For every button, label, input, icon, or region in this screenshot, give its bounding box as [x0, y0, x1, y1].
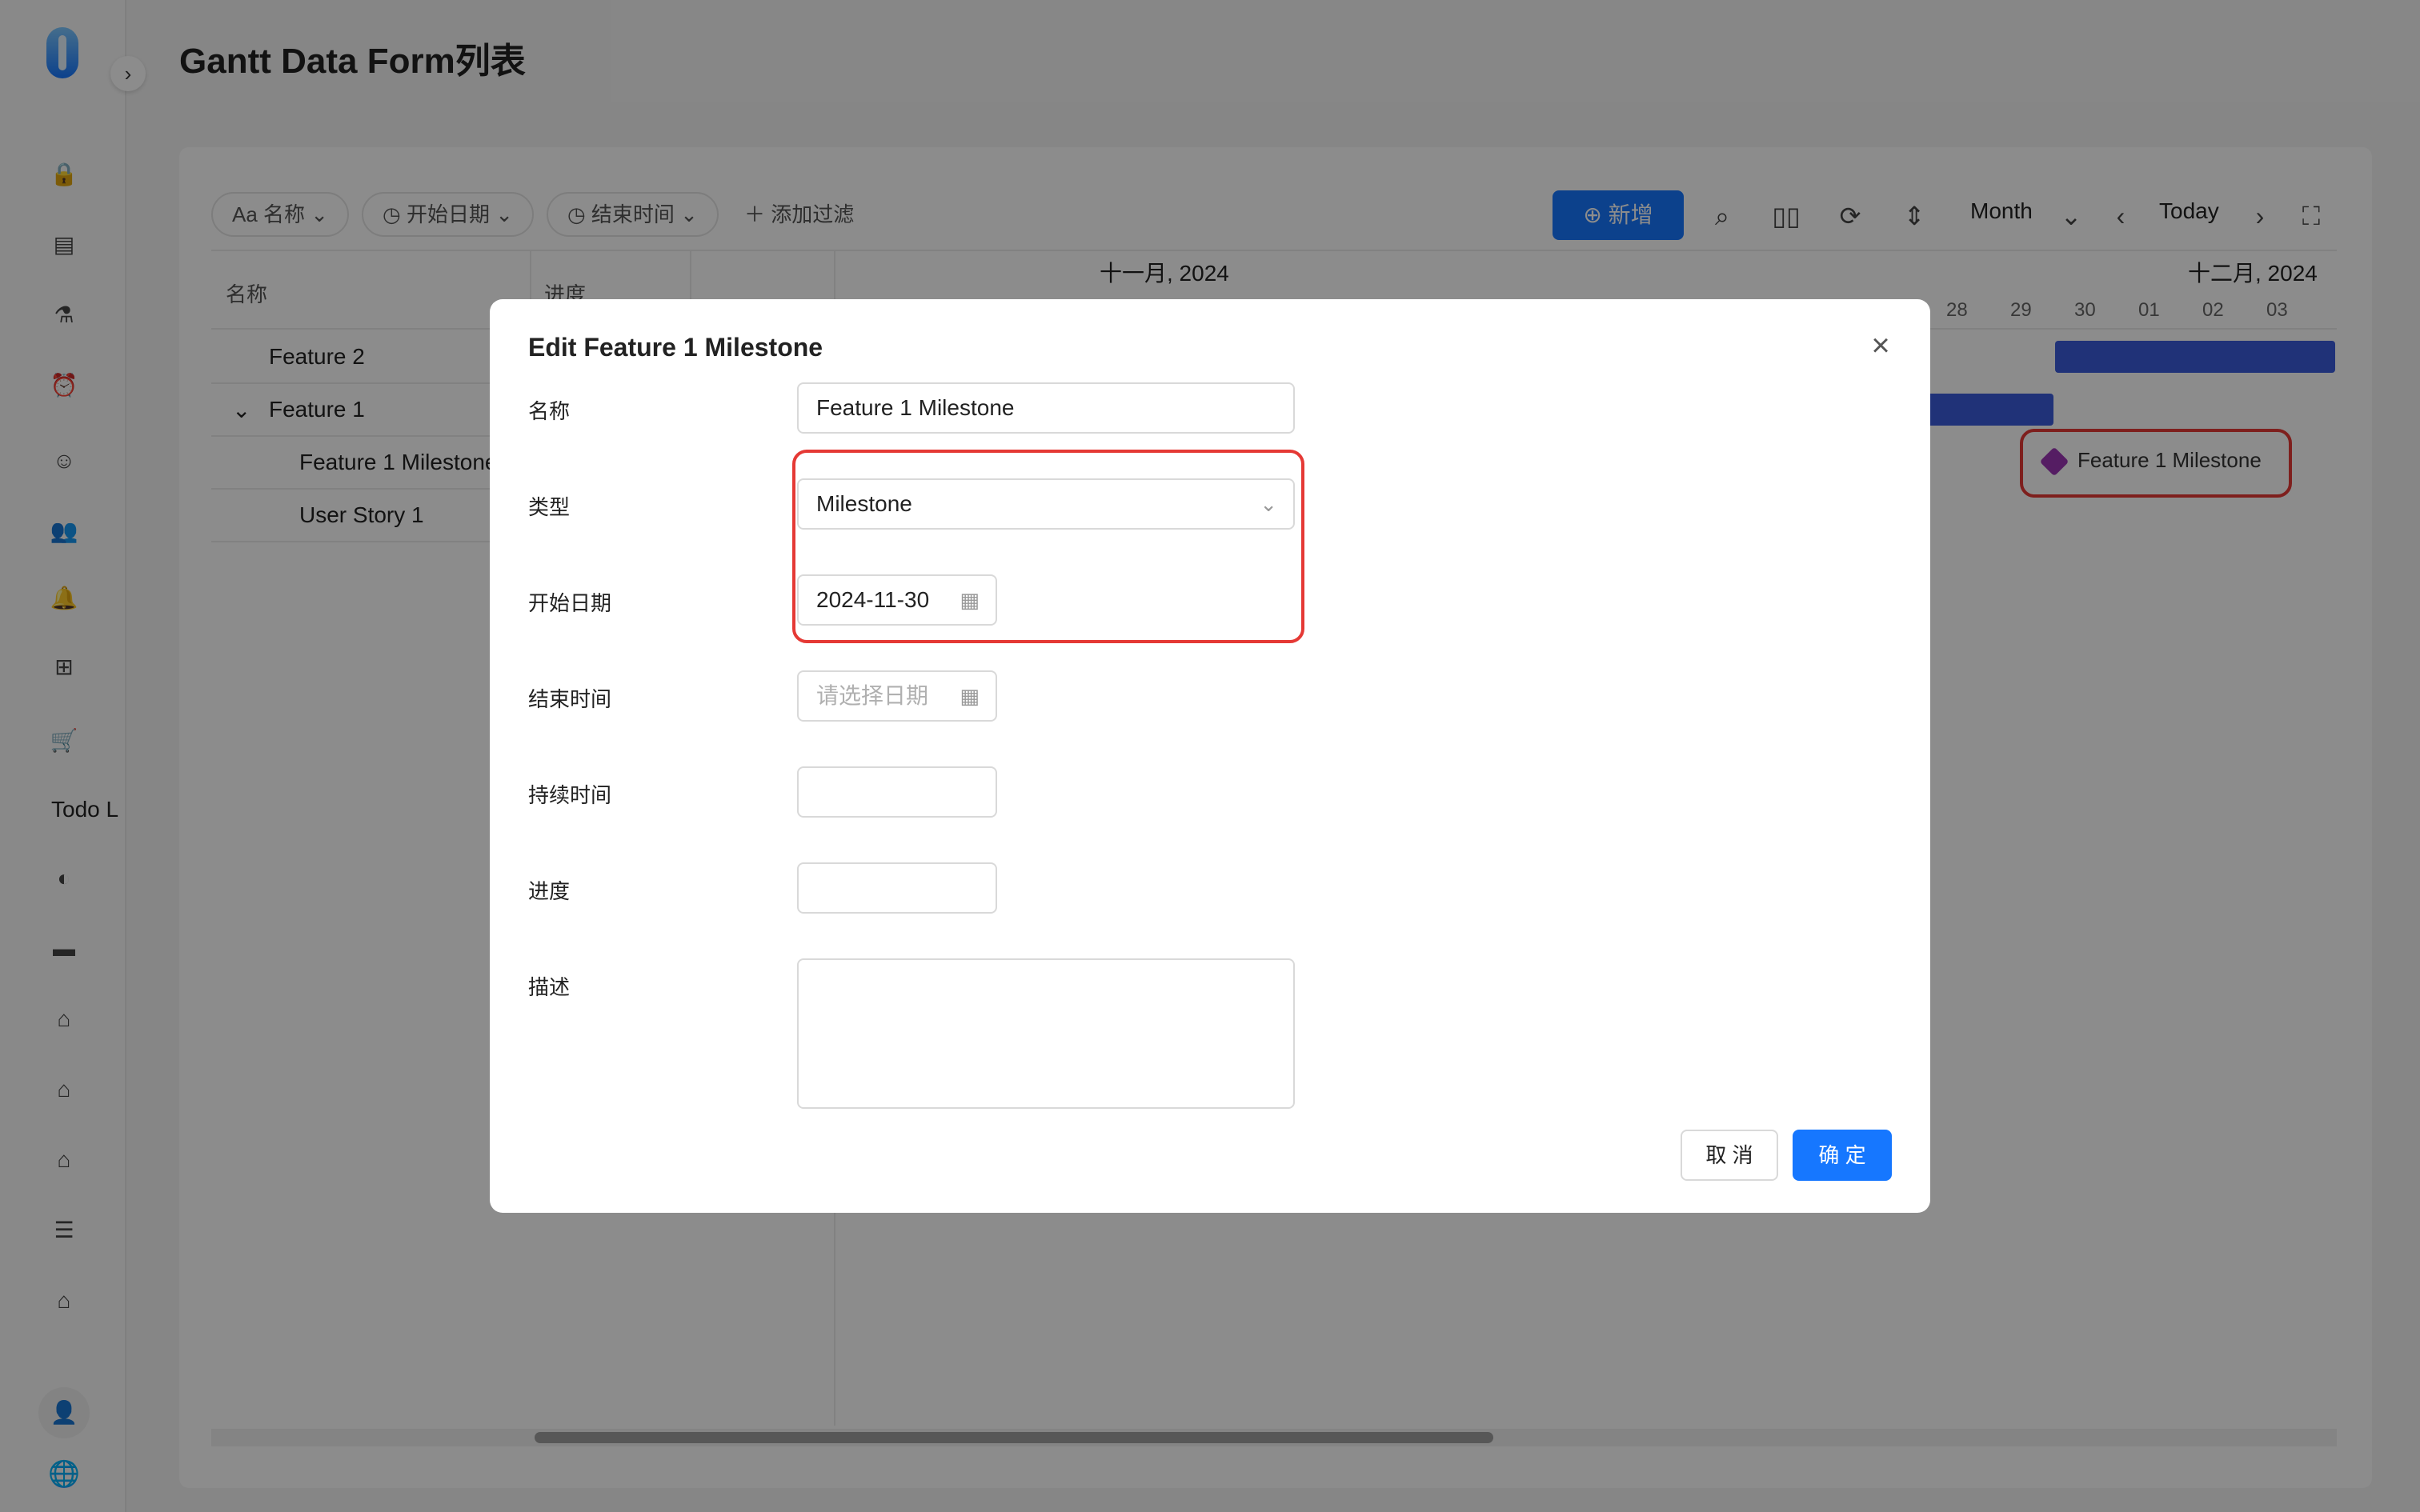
app-root: › 🔒 ▤ ⚗ ⏰ ☺ 👥 🔔 ⊞ 🛒 Todo L ◐ ▬ ⌂ ⌂ ⌂ ☰ ⌂…: [0, 0, 2420, 1512]
end-date-picker[interactable]: 请选择日期 ▦: [797, 670, 997, 722]
description-textarea[interactable]: [797, 958, 1295, 1109]
name-input[interactable]: Feature 1 Milestone: [797, 382, 1295, 434]
calendar-icon: ▦: [960, 684, 980, 708]
dialog-title: Edit Feature 1 Milestone: [528, 333, 823, 362]
label-progress: 进度: [528, 879, 571, 903]
label-start-date: 开始日期: [528, 591, 612, 615]
edit-dialog: Edit Feature 1 Milestone × 名称 Feature 1 …: [490, 299, 1930, 1213]
end-date-placeholder: 请选择日期: [816, 683, 929, 708]
cancel-button[interactable]: 取 消: [1681, 1130, 1778, 1181]
label-duration: 持续时间: [528, 783, 612, 807]
close-icon[interactable]: ×: [1863, 328, 1898, 363]
type-select-value: Milestone: [816, 491, 912, 516]
label-end-date: 结束时间: [528, 687, 612, 711]
label-type: 类型: [528, 495, 571, 519]
progress-input[interactable]: [797, 862, 997, 914]
type-select[interactable]: Milestone ⌄: [797, 478, 1295, 530]
start-date-picker[interactable]: 2024-11-30 ▦: [797, 574, 997, 626]
ok-button[interactable]: 确 定: [1793, 1130, 1892, 1181]
label-description: 描述: [528, 975, 571, 999]
chevron-down-icon: ⌄: [1260, 492, 1277, 516]
label-name: 名称: [528, 399, 571, 423]
start-date-value: 2024-11-30: [816, 587, 930, 612]
calendar-icon: ▦: [960, 588, 980, 612]
duration-input[interactable]: [797, 766, 997, 818]
